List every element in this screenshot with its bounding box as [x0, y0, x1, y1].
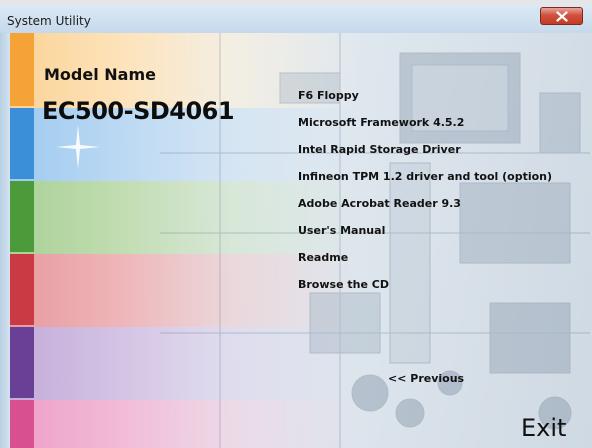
band-edge-purple [10, 327, 34, 398]
motherboard-background-image [160, 33, 590, 448]
menu-item-f6-floppy[interactable]: F6 Floppy [298, 89, 359, 102]
close-button[interactable] [540, 7, 583, 25]
band-edge-blue [10, 108, 34, 179]
band-edge-red [10, 254, 34, 325]
menu-item-infineon-tpm[interactable]: Infineon TPM 1.2 driver and tool (option… [298, 170, 552, 183]
band-edge-orange [10, 33, 34, 106]
band-edge-pink [10, 400, 34, 448]
model-name-value: EC500-SD4061 [42, 97, 235, 125]
exit-button[interactable]: Exit [521, 414, 566, 442]
menu-item-browse-cd[interactable]: Browse the CD [298, 278, 389, 291]
menu-item-microsoft-framework[interactable]: Microsoft Framework 4.5.2 [298, 116, 464, 129]
window-left-frame [0, 33, 10, 448]
client-area: Model Name EC500-SD4061 F6 Floppy Micros… [10, 33, 592, 448]
menu-item-users-manual[interactable]: User's Manual [298, 224, 385, 237]
close-icon [556, 11, 568, 22]
menu-item-intel-rapid-storage[interactable]: Intel Rapid Storage Driver [298, 143, 461, 156]
menu-item-readme[interactable]: Readme [298, 251, 348, 264]
previous-button[interactable]: << Previous [388, 372, 464, 385]
system-utility-window: System Utility Model Name EC500-SD4061 F… [0, 5, 592, 448]
menu-item-adobe-acrobat[interactable]: Adobe Acrobat Reader 9.3 [298, 197, 461, 210]
sparkle-icon [56, 125, 100, 169]
title-bar: System Utility [0, 5, 592, 34]
band-edge-green [10, 181, 34, 252]
model-name-label: Model Name [44, 65, 156, 84]
window-title: System Utility [7, 14, 91, 28]
